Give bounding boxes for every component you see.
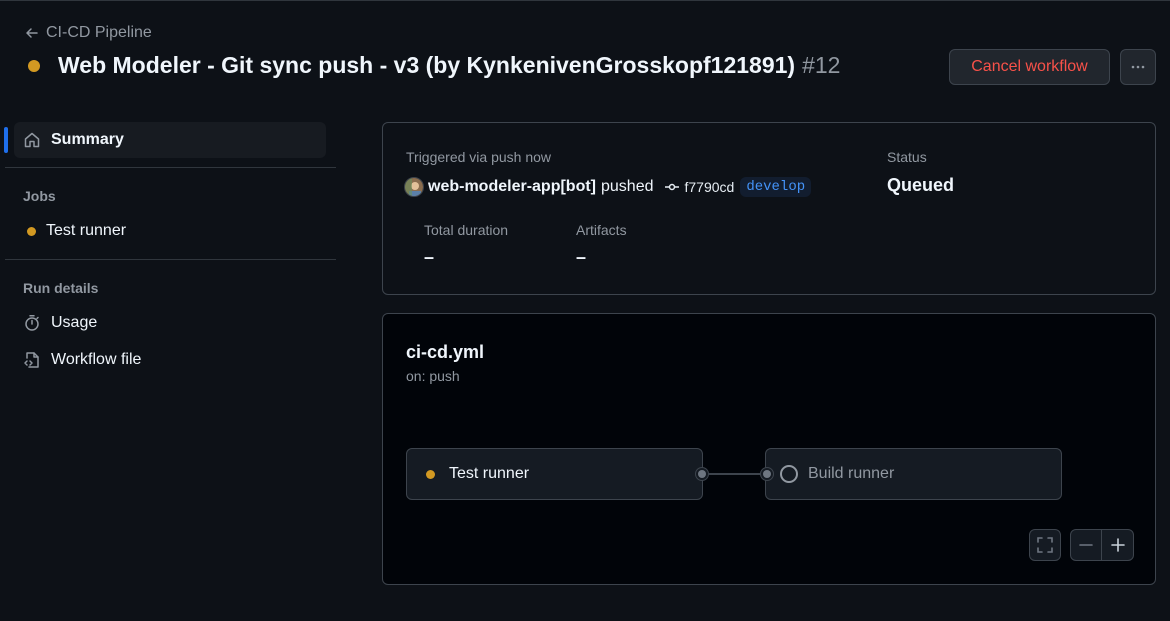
fullscreen-button[interactable] [1029,529,1061,561]
more-actions-button[interactable] [1120,49,1156,85]
sidebar-divider [5,259,336,260]
push-info: web-modeler-app[bot] pushed f7790cd deve… [404,177,812,197]
job-node-test-runner[interactable]: Test runner [406,448,703,500]
back-link-label: CI-CD Pipeline [46,24,152,41]
queued-status-dot [28,59,40,72]
run-details-heading: Run details [23,280,99,296]
kebab-horizontal-icon [1131,65,1145,69]
page-title-row: Web Modeler - Git sync push - v3 (by Kyn… [28,52,840,79]
home-icon [24,132,40,148]
commit-link[interactable]: f7790cd [664,179,735,195]
arrow-left-icon [26,28,38,38]
plus-icon [1110,538,1125,552]
workflow-trigger: on: push [406,368,460,384]
top-border [0,0,1170,1]
artifacts-value: – [576,247,587,267]
sidebar-item-label: Workflow file [51,351,142,368]
job-node-build-runner[interactable]: Build runner [765,448,1062,500]
zoom-out-button[interactable] [1071,530,1102,560]
pending-status-icon [780,465,798,483]
zoom-in-button[interactable] [1102,530,1133,560]
sidebar-item-summary[interactable]: Summary [4,122,326,158]
stopwatch-icon [25,315,39,331]
minus-icon [1079,544,1093,546]
cancel-workflow-button[interactable]: Cancel workflow [949,49,1110,85]
workflow-graph: ci-cd.yml on: push Test runner Build run… [382,313,1156,585]
trigger-text: Triggered via push now [406,149,552,165]
status-label: Status [887,149,927,165]
back-link[interactable]: CI-CD Pipeline [24,24,152,42]
sidebar-item-label: Summary [51,131,124,148]
job-node-label: Test runner [449,465,530,482]
artifacts-label: Artifacts [576,222,627,238]
workflow-file-name: ci-cd.yml [406,342,485,362]
total-duration-value: – [424,247,435,267]
push-action: pushed [601,178,654,195]
run-number: #12 [802,52,841,78]
status-value: Queued [887,175,955,195]
node-connector [701,473,767,475]
page-title: Web Modeler - Git sync push - v3 (by Kyn… [58,52,796,78]
jobs-heading: Jobs [23,188,56,204]
branch-badge[interactable]: develop [740,177,812,197]
actor-link[interactable]: web-modeler-app[bot] [428,178,596,196]
output-port [695,467,709,481]
input-port [760,467,774,481]
avatar[interactable] [404,177,424,197]
job-node-label: Build runner [808,465,895,482]
active-indicator [4,127,8,153]
git-commit-icon [664,183,679,191]
fullscreen-icon [1037,537,1053,553]
sidebar-item-label: Test runner [46,222,127,239]
queued-status-dot [27,226,36,236]
sidebar-divider [5,167,336,168]
commit-sha: f7790cd [684,179,735,195]
queued-status-dot [426,469,435,479]
sidebar-item-test-runner[interactable]: Test runner [23,222,126,240]
sidebar-item-label: Usage [51,314,98,331]
sidebar-item-usage[interactable]: Usage [23,314,97,332]
file-code-icon [24,352,39,368]
total-duration-label: Total duration [424,222,509,238]
sidebar-item-workflow-file[interactable]: Workflow file [23,351,141,369]
zoom-controls [1070,529,1134,561]
run-summary-card: Triggered via push now web-modeler-app[b… [382,122,1156,295]
